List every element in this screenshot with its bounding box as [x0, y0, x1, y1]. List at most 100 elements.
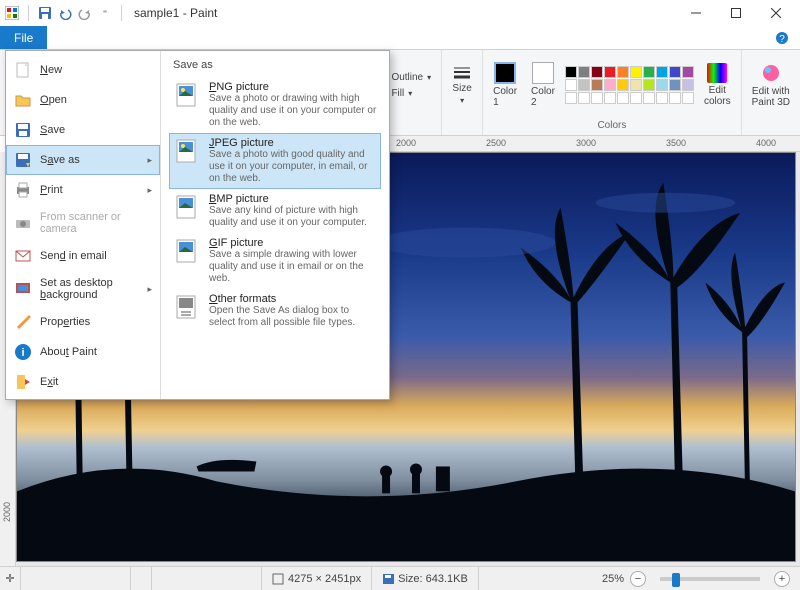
status-selection-icon — [131, 567, 152, 590]
size-dropdown[interactable]: Size▾ — [448, 63, 476, 107]
zoom-out-button[interactable]: − — [630, 571, 646, 587]
palette-swatch[interactable] — [643, 66, 655, 78]
menu-icon — [14, 247, 32, 265]
file-tab[interactable]: File — [0, 26, 47, 49]
status-position — [21, 567, 131, 590]
palette-swatch[interactable] — [565, 79, 577, 91]
palette-swatch[interactable] — [565, 66, 577, 78]
palette-swatch[interactable] — [669, 92, 681, 104]
zoom-controls: 25% − + — [592, 567, 800, 590]
menu-icon — [14, 214, 32, 232]
file-menu-about-paint[interactable]: iAbout Paint — [6, 337, 160, 367]
palette-swatch[interactable] — [643, 92, 655, 104]
color-palette[interactable] — [565, 66, 694, 104]
qat-save-icon[interactable] — [37, 5, 53, 21]
maximize-button[interactable] — [716, 0, 756, 26]
paint3d-button[interactable]: Edit with Paint 3D — [748, 60, 794, 110]
colors-group: Color 1 Color 2 Edit colors Colors — [483, 50, 742, 135]
palette-swatch[interactable] — [604, 92, 616, 104]
palette-swatch[interactable] — [604, 79, 616, 91]
svg-text:?: ? — [779, 34, 785, 45]
palette-swatch[interactable] — [630, 92, 642, 104]
app-icon — [4, 5, 20, 21]
saveas-png-picture[interactable]: PNG pictureSave a photo or drawing with … — [169, 77, 381, 133]
status-dimensions: 4275 × 2451px — [262, 567, 372, 590]
palette-swatch[interactable] — [565, 92, 577, 104]
window-title: sample1 - Paint — [134, 6, 217, 20]
menu-icon — [14, 280, 32, 298]
menu-icon — [14, 313, 32, 331]
file-menu: NewOpenSaveSave as▸Print▸From scanner or… — [5, 50, 390, 400]
size-group: Size▾ — [442, 50, 483, 135]
palette-swatch[interactable] — [682, 92, 694, 104]
help-icon[interactable]: ? — [770, 26, 794, 49]
palette-swatch[interactable] — [591, 92, 603, 104]
status-selection — [152, 567, 262, 590]
format-icon — [173, 293, 201, 321]
format-icon — [173, 237, 201, 265]
palette-swatch[interactable] — [656, 66, 668, 78]
saveas-jpeg-picture[interactable]: JPEG pictureSave a photo with good quali… — [169, 133, 381, 189]
palette-swatch[interactable] — [656, 79, 668, 91]
menu-icon — [14, 181, 32, 199]
svg-text:i: i — [21, 347, 24, 359]
file-menu-exit[interactable]: Exit — [6, 367, 160, 397]
zoom-in-button[interactable]: + — [774, 571, 790, 587]
status-cursor-icon: ✛ — [0, 567, 21, 590]
palette-swatch[interactable] — [630, 66, 642, 78]
file-menu-set-as-desktop-background[interactable]: Set as desktop background▸ — [6, 271, 160, 307]
palette-swatch[interactable] — [617, 66, 629, 78]
menu-icon — [14, 151, 32, 169]
file-menu-properties[interactable]: Properties — [6, 307, 160, 337]
file-menu-send-in-email[interactable]: Send in email — [6, 241, 160, 271]
menu-icon — [14, 91, 32, 109]
color2-button[interactable]: Color 2 — [527, 60, 559, 110]
zoom-slider[interactable] — [660, 577, 760, 581]
qat-customize-icon[interactable]: ⁼ — [97, 5, 113, 21]
saveas-header: Save as — [169, 57, 381, 77]
edit-colors-button[interactable]: Edit colors — [700, 61, 735, 109]
close-button[interactable] — [756, 0, 796, 26]
palette-swatch[interactable] — [682, 79, 694, 91]
paint3d-group: Edit with Paint 3D — [742, 50, 800, 135]
titlebar: ⁼ sample1 - Paint — [0, 0, 800, 26]
ribbon-tabs: File ? — [0, 26, 800, 50]
file-menu-save[interactable]: Save — [6, 115, 160, 145]
palette-swatch[interactable] — [604, 66, 616, 78]
status-filesize: Size: 643.1KB — [372, 567, 479, 590]
qat-undo-icon[interactable] — [57, 5, 73, 21]
palette-swatch[interactable] — [682, 66, 694, 78]
palette-swatch[interactable] — [591, 79, 603, 91]
palette-swatch[interactable] — [591, 66, 603, 78]
file-menu-from-scanner-or-camera: From scanner or camera — [6, 205, 160, 241]
format-icon — [173, 137, 201, 165]
menu-icon — [14, 373, 32, 391]
format-icon — [173, 193, 201, 221]
file-menu-open[interactable]: Open — [6, 85, 160, 115]
palette-swatch[interactable] — [630, 79, 642, 91]
palette-swatch[interactable] — [578, 66, 590, 78]
palette-swatch[interactable] — [643, 79, 655, 91]
saveas-bmp-picture[interactable]: BMP pictureSave any kind of picture with… — [169, 189, 381, 233]
file-menu-print[interactable]: Print▸ — [6, 175, 160, 205]
palette-swatch[interactable] — [617, 79, 629, 91]
menu-icon — [14, 61, 32, 79]
saveas-gif-picture[interactable]: GIF pictureSave a simple drawing with lo… — [169, 233, 381, 289]
format-icon — [173, 81, 201, 109]
menu-icon: i — [14, 343, 32, 361]
palette-swatch[interactable] — [656, 92, 668, 104]
color1-button[interactable]: Color 1 — [489, 60, 521, 110]
palette-swatch[interactable] — [669, 79, 681, 91]
file-menu-new[interactable]: New — [6, 55, 160, 85]
palette-swatch[interactable] — [578, 92, 590, 104]
menu-icon — [14, 121, 32, 139]
palette-swatch[interactable] — [669, 66, 681, 78]
saveas-other-formats[interactable]: Other formatsOpen the Save As dialog box… — [169, 289, 381, 333]
palette-swatch[interactable] — [617, 92, 629, 104]
zoom-level: 25% — [602, 573, 624, 585]
statusbar: ✛ 4275 × 2451px Size: 643.1KB 25% − + — [0, 566, 800, 590]
file-menu-save-as[interactable]: Save as▸ — [6, 145, 160, 175]
palette-swatch[interactable] — [578, 79, 590, 91]
qat-redo-icon[interactable] — [77, 5, 93, 21]
minimize-button[interactable] — [676, 0, 716, 26]
